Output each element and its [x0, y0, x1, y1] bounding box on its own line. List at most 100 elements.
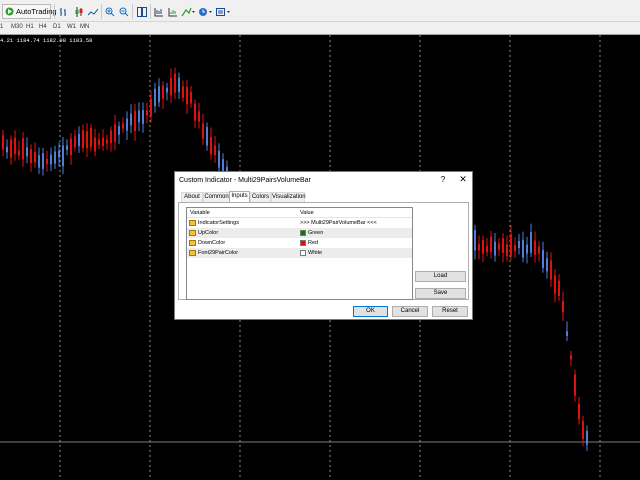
candle-body: [6, 146, 8, 153]
input-row-upcolor[interactable]: UpColor Green: [187, 228, 412, 238]
help-button[interactable]: ?: [437, 175, 449, 185]
load-button[interactable]: Load: [415, 271, 466, 282]
autotrading-label: AutoTrading: [16, 7, 57, 16]
period-w1[interactable]: W1: [67, 24, 76, 30]
color-swatch-white[interactable]: [300, 250, 306, 256]
candle-body: [510, 234, 512, 256]
tab-common[interactable]: Common: [203, 192, 230, 202]
candle-body: [110, 130, 112, 144]
input-name: Font29PairColor: [198, 250, 239, 256]
toolbar-separator: [150, 4, 151, 19]
reset-button[interactable]: Reset: [432, 306, 468, 317]
candle-body: [130, 113, 132, 126]
candle-body: [174, 73, 176, 93]
candle-body: [218, 150, 220, 168]
candle-body: [106, 139, 108, 144]
candle-body: [30, 149, 32, 164]
candle-body: [86, 131, 88, 148]
input-value[interactable]: Green: [308, 230, 323, 236]
timeframe-bar: 1 M30 H1 H4 D1 W1 MN: [0, 22, 640, 35]
autotrading-button[interactable]: AutoTrading: [2, 4, 57, 19]
candle-body: [570, 355, 572, 360]
period-h1[interactable]: H1: [26, 24, 34, 30]
tile-windows-icon[interactable]: [135, 4, 148, 19]
candle-body: [494, 241, 496, 256]
color-swatch-red[interactable]: [300, 240, 306, 246]
close-icon[interactable]: ✕: [456, 174, 470, 186]
tab-inputs[interactable]: Inputs: [229, 191, 250, 202]
candle-body: [134, 110, 136, 132]
candle-body: [54, 151, 56, 164]
line-chart-icon[interactable]: [86, 4, 99, 19]
input-value[interactable]: >>> Multi29PairVolumeBar <<<: [300, 220, 377, 226]
tab-about[interactable]: About: [181, 192, 203, 202]
candle-body: [530, 232, 532, 253]
zoom-out-icon[interactable]: [117, 4, 130, 19]
candlestick-icon[interactable]: [72, 4, 85, 19]
candle-body: [158, 86, 160, 103]
input-name: UpColor: [198, 230, 219, 236]
candle-body: [154, 88, 156, 106]
candle-body: [194, 103, 196, 121]
candle-body: [118, 125, 120, 135]
column-header-variable[interactable]: Variable: [190, 210, 210, 216]
period-h4[interactable]: H4: [39, 24, 47, 30]
custom-indicator-dialog: Custom Indicator - Multi29PairsVolumeBar…: [174, 171, 473, 320]
period-d1[interactable]: D1: [53, 24, 61, 30]
candle-body: [166, 87, 168, 93]
candle-body: [486, 245, 488, 253]
candle-body: [490, 236, 492, 253]
candle-body: [98, 139, 100, 145]
bar-chart-icon[interactable]: [57, 4, 70, 19]
input-string-icon: [189, 220, 196, 226]
candle-body: [66, 145, 68, 150]
candle-body: [150, 98, 152, 117]
candle-body: [34, 151, 36, 163]
color-swatch-green[interactable]: [300, 230, 306, 236]
candle-body: [58, 150, 60, 158]
period-m30[interactable]: M30: [11, 24, 23, 30]
dialog-title: Custom Indicator - Multi29PairsVolumeBar: [179, 177, 311, 184]
input-row-font29paircolor[interactable]: Font29PairColor White: [187, 248, 412, 258]
candle-body: [2, 135, 4, 150]
input-row-indicatorsettings[interactable]: IndicatorSettings >>> Multi29PairVolumeB…: [187, 218, 412, 228]
ok-button[interactable]: OK: [353, 306, 388, 317]
input-color-icon: [189, 230, 196, 236]
candle-body: [38, 155, 40, 168]
candle-body: [478, 244, 480, 251]
candle-body: [186, 86, 188, 105]
input-row-downcolor[interactable]: DownColor Red: [187, 238, 412, 248]
candle-body: [514, 245, 516, 252]
candle-body: [50, 154, 52, 165]
column-header-value[interactable]: Value: [300, 210, 314, 216]
tab-visualization[interactable]: Visualization: [271, 192, 306, 202]
candle-body: [70, 138, 72, 156]
ohlc-readout: 4.21 1184.74 1182.98 1183.58: [0, 37, 93, 44]
clock-icon[interactable]: [196, 4, 214, 19]
candle-body: [46, 158, 48, 164]
autoscroll-icon[interactable]: [166, 4, 179, 19]
indicators-icon[interactable]: [179, 4, 197, 19]
toolbar-separator: [54, 4, 55, 19]
templates-icon[interactable]: [214, 4, 232, 19]
save-button[interactable]: Save: [415, 288, 466, 299]
candle-body: [10, 139, 12, 158]
tab-colors[interactable]: Colors: [250, 192, 271, 202]
candle-body: [502, 238, 504, 254]
candle-body: [198, 111, 200, 122]
chart-shift-icon[interactable]: [152, 4, 165, 19]
candle-body: [474, 230, 476, 251]
candle-body: [206, 127, 208, 146]
candle-body: [518, 240, 520, 248]
zoom-in-icon[interactable]: [103, 4, 116, 19]
input-color-icon: [189, 250, 196, 256]
input-color-icon: [189, 240, 196, 246]
input-value[interactable]: White: [308, 250, 322, 256]
cancel-button[interactable]: Cancel: [392, 306, 428, 317]
period-mn[interactable]: MN: [80, 24, 89, 30]
input-value[interactable]: Red: [308, 240, 318, 246]
candle-body: [562, 301, 564, 313]
candle-body: [90, 127, 92, 147]
period-1[interactable]: 1: [0, 24, 3, 30]
candle-body: [538, 246, 540, 254]
